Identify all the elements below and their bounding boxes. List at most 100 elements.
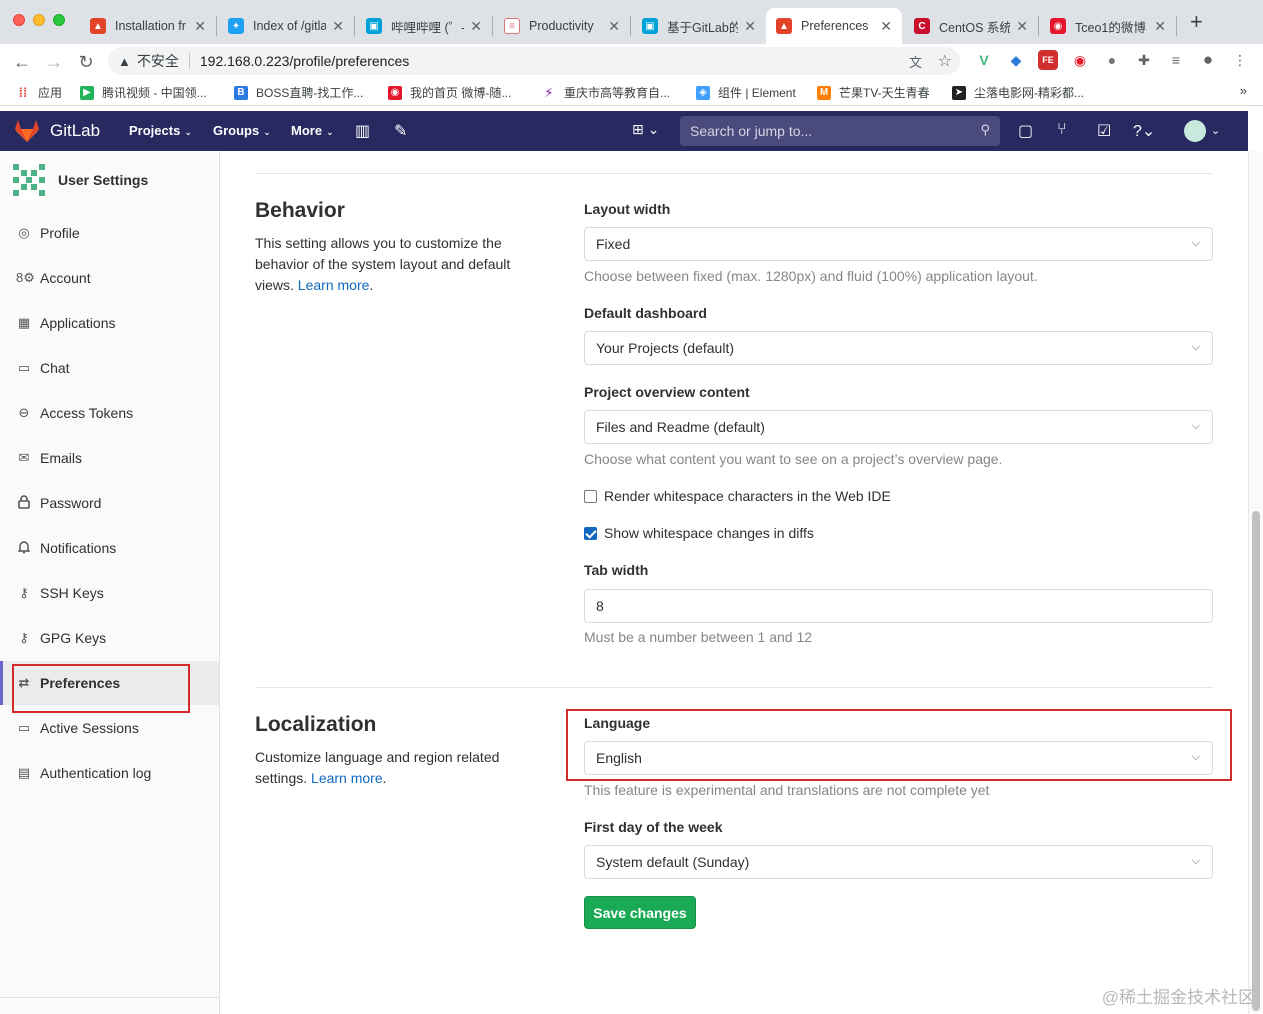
sidebar-item-profile[interactable]: ◎ Profile xyxy=(0,211,219,255)
sidebar-item-notifications[interactable]: Notifications xyxy=(0,526,219,570)
browser-tab[interactable]: ▲ Installation fr ✕ xyxy=(80,8,216,44)
issues-icon[interactable]: ▢ xyxy=(1018,121,1033,141)
todos-icon[interactable]: ☑ xyxy=(1097,121,1111,141)
close-tab-icon[interactable]: ✕ xyxy=(880,18,892,35)
projects-menu[interactable]: Projects ⌄ xyxy=(129,123,192,138)
admin-wrench-icon[interactable]: ✎ xyxy=(394,121,407,141)
profile-avatar-icon[interactable]: ● xyxy=(1198,50,1218,70)
new-tab-button[interactable]: + xyxy=(1190,11,1203,33)
weibo-extension-icon[interactable]: ◉ xyxy=(1070,50,1090,70)
search-input[interactable]: Search or jump to... ⚲ xyxy=(680,116,1000,146)
more-menu[interactable]: More ⌄ xyxy=(291,123,334,138)
close-tab-icon[interactable]: ✕ xyxy=(1154,18,1166,35)
close-tab-icon[interactable]: ✕ xyxy=(470,18,482,35)
close-tab-icon[interactable]: ✕ xyxy=(194,18,206,35)
url-text[interactable]: 192.168.0.223/profile/preferences xyxy=(200,53,409,69)
bookmark-item[interactable]: ⁞⁞ 应用 xyxy=(16,84,62,101)
user-avatar[interactable] xyxy=(1184,120,1206,142)
render-whitespace-checkbox[interactable]: Render whitespace characters in the Web … xyxy=(584,488,891,504)
preferences-highlight-box xyxy=(12,664,190,713)
checkbox-checked[interactable] xyxy=(584,526,597,540)
behavior-learn-more-link[interactable]: Learn more xyxy=(298,277,370,293)
browser-tab-active[interactable]: ▲ Preferences ✕ xyxy=(766,8,902,44)
close-tab-icon[interactable]: ✕ xyxy=(744,18,756,35)
sidebar-item-account[interactable]: 8⚙ Account xyxy=(0,256,219,300)
log-icon: ▤ xyxy=(17,765,31,780)
sidebar-item-authentication-log[interactable]: ▤ Authentication log xyxy=(0,751,219,795)
vue-devtools-icon[interactable]: V xyxy=(974,50,994,70)
search-icon: ⚲ xyxy=(980,122,990,137)
show-whitespace-checkbox[interactable]: Show whitespace changes in diffs xyxy=(584,525,814,541)
language-help: This feature is experimental and transla… xyxy=(584,782,990,798)
groups-menu[interactable]: Groups ⌄ xyxy=(213,123,271,138)
sidebar-item-access-tokens[interactable]: ⊖ Access Tokens xyxy=(0,391,219,435)
gitlab-home-link[interactable]: GitLab xyxy=(14,119,100,143)
save-changes-button[interactable]: Save changes xyxy=(584,896,696,929)
sidebar-header[interactable]: User Settings xyxy=(10,161,148,199)
tab-width-input[interactable]: 8 xyxy=(584,589,1213,623)
address-toolbar: ← → ↻ ▲ 不安全 192.168.0.223/profile/prefer… xyxy=(0,44,1263,78)
forward-arrow-icon[interactable]: → xyxy=(42,50,66,74)
checkbox-unchecked[interactable] xyxy=(584,489,597,503)
page-scrollbar[interactable] xyxy=(1248,151,1263,1014)
fe-extension-icon[interactable]: FE xyxy=(1038,50,1058,70)
browser-tab[interactable]: C CentOS 系统 ✕ xyxy=(904,8,1038,44)
bookmarks-overflow-icon[interactable]: » xyxy=(1240,83,1247,98)
default-dashboard-label: Default dashboard xyxy=(584,305,707,321)
doc-icon: ≡ xyxy=(504,18,520,34)
minimize-window-button[interactable] xyxy=(33,14,45,26)
envelope-icon: ✉ xyxy=(18,450,30,465)
help-icon[interactable]: ?⌄ xyxy=(1133,121,1155,141)
localization-learn-more-link[interactable]: Learn more xyxy=(311,770,383,786)
bookmark-item[interactable]: M 芒果TV-天生青春 xyxy=(817,84,930,101)
bookmark-item[interactable]: ▶ 腾讯视频 - 中国领... xyxy=(80,84,207,101)
warning-icon[interactable]: ▲ xyxy=(118,54,131,69)
bookmark-item[interactable]: ⚡ 重庆市高等教育自... xyxy=(542,84,670,101)
extension-icon[interactable]: ◆ xyxy=(1006,50,1026,70)
sidebar-item-chat[interactable]: ▭ Chat xyxy=(0,346,219,390)
sidebar-item-gpg-keys[interactable]: ⚷ GPG Keys xyxy=(0,616,219,660)
merge-requests-icon[interactable]: ⑂ xyxy=(1057,121,1067,139)
scrollbar-thumb[interactable] xyxy=(1252,511,1260,1011)
maximize-window-button[interactable] xyxy=(53,14,65,26)
new-item-plus-icon[interactable]: ⊞ ⌄ xyxy=(632,121,659,138)
bookmark-item[interactable]: ◉ 我的首页 微博-随... xyxy=(388,84,511,101)
bookmark-item[interactable]: ◈ 组件 | Element xyxy=(696,84,796,101)
browser-menu-icon[interactable]: ⋮ xyxy=(1230,50,1250,70)
tomato-extension-icon[interactable]: ● xyxy=(1102,50,1122,70)
layout-width-select[interactable]: Fixed ⌵ xyxy=(584,227,1213,261)
browser-tab[interactable]: ▣ 哔哩哔哩 (゜- ✕ xyxy=(356,8,492,44)
sidebar-divider xyxy=(0,997,219,998)
avatar xyxy=(10,161,48,199)
browser-tab[interactable]: ✦ Index of /gitla ✕ xyxy=(218,8,354,44)
bookmark-item[interactable]: B BOSS直聘-找工作... xyxy=(234,84,363,101)
bookmark-star-icon[interactable]: ☆ xyxy=(938,51,952,71)
security-label[interactable]: 不安全 xyxy=(137,51,179,71)
close-window-button[interactable] xyxy=(13,14,25,26)
sidebar-item-emails[interactable]: ✉ Emails xyxy=(0,436,219,480)
back-arrow-icon[interactable]: ← xyxy=(10,50,34,74)
gitlab-fox-icon: ▲ xyxy=(90,18,106,34)
close-tab-icon[interactable]: ✕ xyxy=(608,18,620,35)
apps-grid-icon: ⁞⁞ xyxy=(18,85,28,100)
sidebar-item-ssh-keys[interactable]: ⚷ SSH Keys xyxy=(0,571,219,615)
reload-icon[interactable]: ↻ xyxy=(74,50,98,74)
translate-icon[interactable]: 文 xyxy=(909,52,922,71)
first-day-label: First day of the week xyxy=(584,819,723,835)
close-tab-icon[interactable]: ✕ xyxy=(332,18,344,35)
chevron-down-icon[interactable]: ⌄ xyxy=(1211,124,1220,137)
omnibox[interactable]: ▲ 不安全 192.168.0.223/profile/preferences … xyxy=(108,47,960,75)
activity-chart-icon[interactable]: ▥ xyxy=(355,121,370,141)
browser-tab[interactable]: ◉ Tceo1的微博 ✕ xyxy=(1040,8,1176,44)
bookmark-item[interactable]: ➤ 尘落电影网-精彩都... xyxy=(952,84,1084,101)
browser-tab[interactable]: ≡ Productivity ✕ xyxy=(494,8,630,44)
project-overview-select[interactable]: Files and Readme (default) ⌵ xyxy=(584,410,1213,444)
reading-list-icon[interactable]: ≡ xyxy=(1166,50,1186,70)
default-dashboard-select[interactable]: Your Projects (default) ⌵ xyxy=(584,331,1213,365)
sidebar-item-applications[interactable]: ▦ Applications xyxy=(0,301,219,345)
close-tab-icon[interactable]: ✕ xyxy=(1016,18,1028,35)
extensions-puzzle-icon[interactable]: ✚ xyxy=(1134,50,1154,70)
first-day-select[interactable]: System default (Sunday) ⌵ xyxy=(584,845,1213,879)
sidebar-item-password[interactable]: Password xyxy=(0,481,219,525)
browser-tab[interactable]: ▣ 基于GitLab的 ✕ xyxy=(632,8,766,44)
